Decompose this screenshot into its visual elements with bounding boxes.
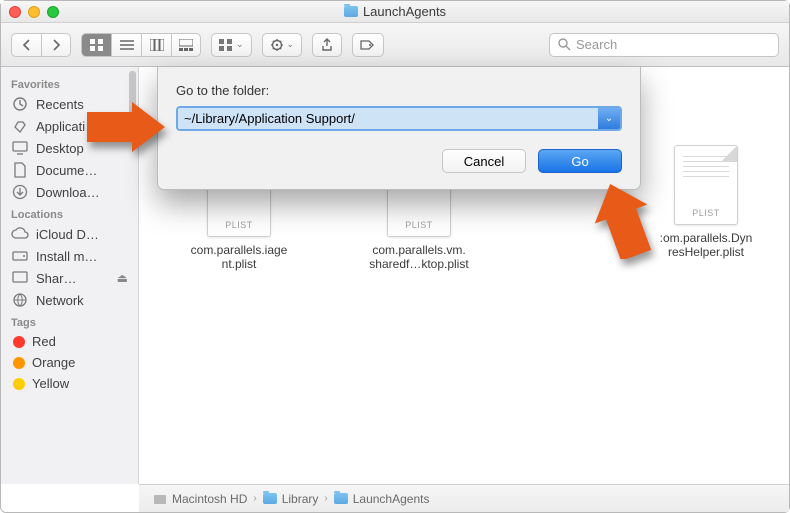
sidebar-item-label: Shar…	[36, 271, 76, 286]
sidebar-item-label: Yellow	[32, 376, 69, 391]
zoom-window-button[interactable]	[47, 6, 59, 18]
go-to-folder-input[interactable]	[178, 108, 598, 129]
share-button[interactable]	[312, 33, 342, 57]
sidebar-header-tags: Tags	[1, 311, 138, 331]
go-to-folder-label: Go to the folder:	[176, 83, 622, 98]
sidebar-item-label: Desktop	[36, 141, 84, 156]
folder-icon	[334, 493, 348, 504]
folder-icon	[344, 6, 358, 17]
tag-dot-icon	[13, 357, 25, 369]
chevron-right-icon: ›	[253, 493, 256, 504]
annotation-arrow	[87, 102, 167, 152]
minimize-window-button[interactable]	[28, 6, 40, 18]
cancel-button[interactable]: Cancel	[442, 149, 526, 173]
sidebar-item-label: Red	[32, 334, 56, 349]
pathbar-item[interactable]: Macintosh HD	[153, 492, 247, 506]
list-view-button[interactable]	[111, 33, 141, 57]
sidebar-item-label: Orange	[32, 355, 75, 370]
clock-icon	[11, 96, 29, 112]
pathbar-item[interactable]: LaunchAgents	[334, 492, 430, 506]
gallery-view-button[interactable]	[171, 33, 201, 57]
go-button[interactable]: Go	[538, 149, 622, 173]
eject-icon[interactable]: ⏏	[117, 271, 128, 285]
go-to-folder-sheet: Go to the folder: ⌄ Cancel Go	[157, 67, 641, 190]
window-title-text: LaunchAgents	[363, 4, 446, 19]
sidebar-item-downloa-[interactable]: Downloa…	[1, 181, 138, 203]
window-title: LaunchAgents	[344, 4, 446, 19]
sidebar-item-label: Install m…	[36, 249, 97, 264]
doc-icon	[11, 162, 29, 178]
cloud-icon	[11, 226, 29, 242]
annotation-arrow	[595, 179, 655, 259]
sidebar-item-docume-[interactable]: Docume…	[1, 159, 138, 181]
sidebar-item-label: iCloud D…	[36, 227, 99, 242]
column-view-button[interactable]	[141, 33, 171, 57]
search-field[interactable]: Search	[549, 33, 779, 57]
download-icon	[11, 184, 29, 200]
sidebar-item-network[interactable]: Network	[1, 289, 138, 311]
search-icon	[557, 38, 571, 52]
sidebar-item-red[interactable]: Red	[1, 331, 138, 352]
sidebar-item-label: Network	[36, 293, 84, 308]
view-switcher	[81, 33, 201, 57]
sidebar-item-install-m-[interactable]: Install m…	[1, 245, 138, 267]
back-button[interactable]	[11, 33, 41, 57]
sidebar-item-icloud-d-[interactable]: iCloud D…	[1, 223, 138, 245]
action-button[interactable]: ⌄	[262, 33, 303, 57]
forward-button[interactable]	[41, 33, 71, 57]
screen-icon	[11, 270, 29, 286]
sidebar-item-label: Docume…	[36, 163, 97, 178]
file-name: :om.parallels.Dyn resHelper.plist	[660, 231, 753, 259]
path-bar: Macintosh HD › Library › LaunchAgents	[139, 484, 789, 512]
go-to-folder-dropdown[interactable]: ⌄	[598, 108, 620, 129]
sidebar-header-favorites: Favorites	[1, 73, 138, 93]
tag-dot-icon	[13, 378, 25, 390]
folder-icon	[263, 493, 277, 504]
desktop-icon	[11, 140, 29, 156]
apps-icon	[11, 118, 29, 134]
tag-dot-icon	[13, 336, 25, 348]
plist-file-icon: PLIST	[674, 145, 738, 225]
close-window-button[interactable]	[9, 6, 21, 18]
tags-button[interactable]	[352, 33, 384, 57]
sidebar-header-locations: Locations	[1, 203, 138, 223]
icon-view-button[interactable]	[81, 33, 111, 57]
search-placeholder: Search	[576, 37, 617, 52]
chevron-right-icon: ›	[324, 493, 327, 504]
sidebar-item-shar-[interactable]: Shar… ⏏	[1, 267, 138, 289]
nav-buttons	[11, 33, 71, 57]
pathbar-item[interactable]: Library	[263, 492, 319, 506]
file-item[interactable]: PLIST :om.parallels.Dyn resHelper.plist	[641, 145, 771, 259]
sidebar-item-label: Downloa…	[36, 185, 100, 200]
group-button[interactable]: ⌄	[211, 33, 252, 57]
globe-icon	[11, 292, 29, 308]
file-name: com.parallels.vm. sharedf…ktop.plist	[369, 243, 468, 271]
toolbar: ⌄ ⌄ Search	[1, 23, 789, 67]
go-to-folder-combo: ⌄	[176, 106, 622, 131]
file-name: com.parallels.iage nt.plist	[191, 243, 288, 271]
sidebar-item-yellow[interactable]: Yellow	[1, 373, 138, 394]
titlebar: LaunchAgents	[1, 1, 789, 23]
sidebar-item-label: Recents	[36, 97, 84, 112]
disk-icon	[11, 248, 29, 264]
sidebar-item-orange[interactable]: Orange	[1, 352, 138, 373]
traffic-lights	[9, 6, 59, 18]
